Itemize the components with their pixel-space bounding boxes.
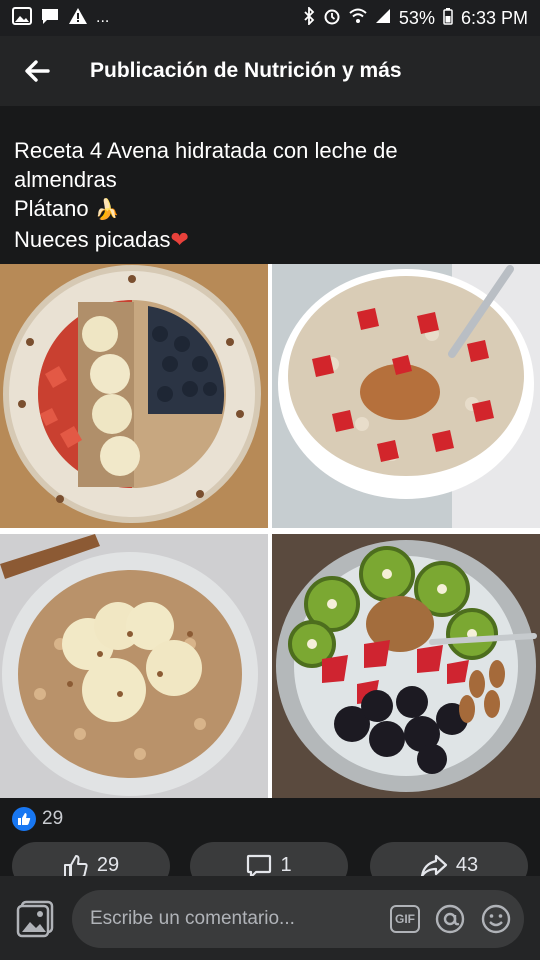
post-body: Receta 4 Avena hidratada con leche de al… (0, 106, 540, 264)
reactions-summary[interactable]: 29 (12, 804, 63, 834)
heart-emoji: ❤ (170, 227, 189, 252)
share-icon (420, 854, 447, 878)
gif-button[interactable]: GIF (390, 905, 420, 933)
emoji-icon[interactable] (480, 903, 512, 935)
post-text-line: almendras (14, 167, 117, 192)
more-notifications: ... (96, 9, 110, 26)
post-text-line: Nueces picadas❤ (14, 225, 524, 254)
reaction-count: 29 (42, 808, 64, 829)
wifi-icon (349, 8, 367, 29)
photo-oatmeal-strawberries-peanut-butter[interactable] (272, 264, 540, 528)
post-text-line: Receta 4 Avena hidratada con leche de (14, 138, 398, 163)
like-count: 29 (96, 854, 120, 876)
status-bar-right: 53% 6:33 PM (303, 5, 528, 30)
composer-tools: GIF (390, 903, 512, 935)
post-text-plantain: Plátano (14, 196, 89, 221)
banana-emoji: 🍌 (94, 199, 120, 221)
image-icon (12, 6, 32, 30)
back-arrow-icon (25, 60, 50, 82)
thumbs-up-icon (63, 855, 88, 878)
alarm-icon (323, 7, 341, 30)
app-header: Publicación de Nutrición y más (0, 36, 540, 106)
battery-percent: 53% (398, 7, 435, 28)
photo-oatmeal-strawberries-banana-blueberries[interactable] (0, 264, 268, 528)
signal-icon (375, 8, 391, 29)
photo-attach-icon (16, 900, 54, 938)
share-count: 43 (455, 854, 479, 876)
photo-yogurt-kiwi-strawberries-blackberries-almonds[interactable] (272, 534, 540, 798)
page-title: Publicación de Nutrición y más (90, 59, 402, 82)
photo-oatmeal-banana-nuts[interactable] (0, 534, 268, 798)
warning-icon (68, 7, 88, 30)
comment-input[interactable] (88, 907, 382, 931)
battery-icon (443, 7, 453, 30)
clock: 6:33 PM (460, 7, 528, 28)
post-text-line: Plátano 🍌 (14, 194, 524, 225)
comment-count: 1 (280, 854, 292, 876)
chat-icon (40, 7, 60, 30)
post-actions: 29 1 43 (0, 842, 540, 890)
photo-grid (0, 264, 540, 798)
comment-icon (247, 854, 272, 878)
bluetooth-icon (303, 5, 315, 30)
mention-icon[interactable] (434, 903, 466, 935)
status-bar-left: ... (12, 6, 110, 30)
attach-photo-button[interactable] (16, 900, 54, 938)
comment-box[interactable]: GIF (72, 890, 524, 948)
status-bar: ... 53% 6:33 PM (0, 0, 540, 36)
like-reaction-icon (12, 807, 36, 831)
back-button[interactable] (12, 46, 62, 96)
post-text: Receta 4 Avena hidratada con leche de al… (14, 136, 524, 254)
comment-composer: GIF (0, 876, 540, 960)
post-text-nuts: Nueces picadas (14, 227, 171, 252)
